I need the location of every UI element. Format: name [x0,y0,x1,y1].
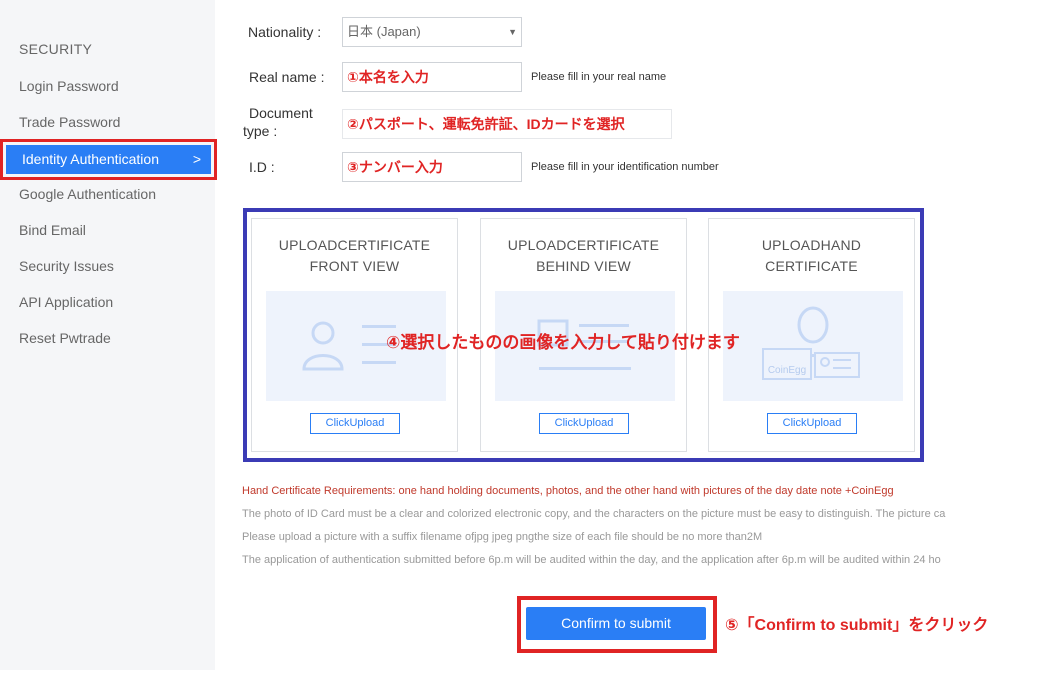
sidebar-item-trade-password[interactable]: Trade Password [19,114,120,130]
card-title-line1: UPLOADHAND [761,237,862,253]
card-title-line2: BEHIND VIEW [536,258,631,274]
sidebar-item-reset-pwtrade[interactable]: Reset Pwtrade [19,330,111,346]
nationality-label: Nationality : [248,24,322,40]
real-name-hint: Please fill in your real name [531,71,667,83]
file-requirement-text: Please upload a picture with a suffix fi… [242,531,763,543]
click-upload-back-button[interactable]: ClickUpload [539,413,629,434]
id-number-input[interactable]: ③ナンバー入力 [342,152,522,182]
document-type-label-line2: type : [243,123,278,139]
hand-certificate-placeholder: CoinEgg [723,291,903,401]
chevron-right-icon: > [192,151,201,167]
upload-card-title: UPLOADCERTIFICATE BEHIND VIEW [481,235,686,277]
id-hint: Please fill in your identification numbe… [531,161,719,173]
identity-authentication-highlight: Identity Authentication > [0,139,217,180]
card-title-line2: CERTIFICATE [765,258,858,274]
step4-annotation: ④選択したものの画像を入力して貼り付けます [386,333,740,352]
card-title-line1: UPLOADCERTIFICATE [278,237,431,253]
sidebar-item-bind-email[interactable]: Bind Email [19,222,86,238]
sidebar-item-google-authentication[interactable]: Google Authentication [19,186,156,202]
real-name-input[interactable]: ①本名を入力 [342,62,522,92]
real-name-label: Real name : [249,69,325,85]
upload-card-title: UPLOADHAND CERTIFICATE [709,235,914,277]
id-label: I.D : [249,159,275,175]
click-upload-front-button[interactable]: ClickUpload [310,413,400,434]
document-type-select[interactable]: ②パスポート、運転免許証、IDカードを選択 [342,109,672,139]
coinegg-badge-text: CoinEgg [768,365,806,376]
upload-card-title: UPLOADCERTIFICATE FRONT VIEW [252,235,457,277]
hand-certificate-requirements: Hand Certificate Requirements: one hand … [242,485,894,497]
click-upload-hand-button[interactable]: ClickUpload [767,413,857,434]
sidebar-item-security-issues[interactable]: Security Issues [19,258,114,274]
document-type-label-line1: Document [249,105,313,121]
sidebar-item-identity-authentication[interactable]: Identity Authentication > [6,145,211,174]
confirm-submit-button[interactable]: Confirm to submit [526,607,706,640]
card-title-line2: FRONT VIEW [309,258,400,274]
step5-annotation: ⑤「Confirm to submit」をクリック [725,617,989,634]
sidebar-heading: SECURITY [19,41,93,57]
nationality-value: 日本 (Japan) [347,24,421,39]
hand-certificate-icon: CoinEgg [762,306,860,380]
nationality-select[interactable]: 日本 (Japan) ▼ [342,17,522,47]
card-title-line1: UPLOADCERTIFICATE [507,237,660,253]
sidebar-item-api-application[interactable]: API Application [19,294,113,310]
sidebar-item-label: Identity Authentication [22,151,159,167]
photo-requirement-text: The photo of ID Card must be a clear and… [242,508,946,520]
sidebar-item-login-password[interactable]: Login Password [19,78,119,94]
dropdown-arrow-icon: ▼ [508,27,517,37]
audit-requirement-text: The application of authentication submit… [242,554,941,566]
sidebar: SECURITY Login Password Trade Password I… [0,0,217,670]
